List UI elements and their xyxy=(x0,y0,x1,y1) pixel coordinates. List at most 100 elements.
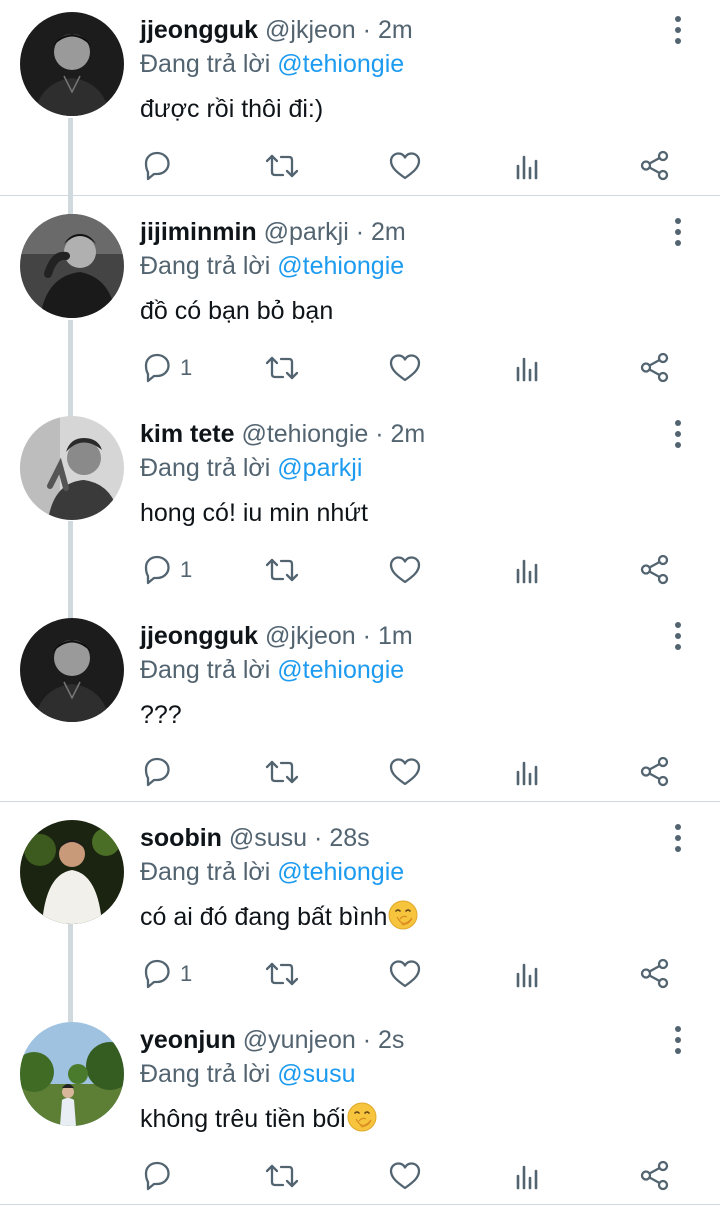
reply-button[interactable] xyxy=(140,752,180,792)
tweet[interactable]: soobin @susu · 28s Đang trả lời @tehiong… xyxy=(0,808,720,1004)
like-button[interactable] xyxy=(388,348,422,388)
like-button[interactable] xyxy=(388,146,422,186)
reply-button[interactable]: 1 xyxy=(140,348,192,388)
separator-dot: · xyxy=(362,1026,372,1054)
user-handle[interactable]: @jkjeon xyxy=(265,622,356,650)
more-options-icon[interactable] xyxy=(668,216,688,248)
share-button[interactable] xyxy=(638,550,670,590)
share-button[interactable] xyxy=(638,752,670,792)
share-button[interactable] xyxy=(638,146,670,186)
analytics-icon xyxy=(516,1165,538,1190)
display-name[interactable]: jijiminmin xyxy=(140,218,257,246)
mention-link[interactable]: @tehiongie xyxy=(277,858,404,886)
tweet[interactable]: kim tete @tehiongie · 2m Đang trả lời @p… xyxy=(0,404,720,600)
reply-button[interactable] xyxy=(140,1156,180,1196)
share-icon xyxy=(640,150,669,181)
tweet[interactable]: jijiminmin @parkji · 2m Đang trả lời @te… xyxy=(0,202,720,398)
retweet-button[interactable] xyxy=(264,752,300,792)
tweet-actions xyxy=(0,1156,720,1196)
reply-button[interactable]: 1 xyxy=(140,954,192,994)
like-button[interactable] xyxy=(388,550,422,590)
analytics-icon xyxy=(516,155,538,180)
tweet-text: được rồi thôi đi:) xyxy=(140,92,323,126)
analytics-button[interactable] xyxy=(513,348,543,388)
reply-icon xyxy=(144,151,170,181)
avatar-white-shirt[interactable] xyxy=(20,820,124,924)
avatar-bw-man[interactable] xyxy=(20,12,124,116)
timestamp[interactable]: 1m xyxy=(378,622,413,650)
display-name[interactable]: kim tete xyxy=(140,420,234,448)
share-icon xyxy=(640,352,669,383)
more-options-icon[interactable] xyxy=(668,418,688,450)
reply-button[interactable]: 1 xyxy=(140,550,192,590)
like-button[interactable] xyxy=(388,1156,422,1196)
more-options-icon[interactable] xyxy=(668,1024,688,1056)
user-handle[interactable]: @tehiongie xyxy=(241,420,368,448)
retweet-button[interactable] xyxy=(264,146,300,186)
user-handle[interactable]: @jkjeon xyxy=(265,16,356,44)
share-button[interactable] xyxy=(638,954,670,994)
avatar-bw-man-2[interactable] xyxy=(20,214,124,318)
tweet-text: không trêu tiền bối xyxy=(140,1102,377,1141)
separator-dot: · xyxy=(314,824,323,852)
reply-button[interactable] xyxy=(140,146,180,186)
more-options-icon[interactable] xyxy=(668,14,688,46)
like-button[interactable] xyxy=(388,752,422,792)
display-name[interactable]: soobin xyxy=(140,824,222,852)
display-name[interactable]: jjeongguk xyxy=(140,622,258,650)
mention-link[interactable]: @tehiongie xyxy=(277,656,404,684)
avatar-bw-man[interactable] xyxy=(20,618,124,722)
avatar-bw-man-3[interactable] xyxy=(20,416,124,520)
share-button[interactable] xyxy=(638,1156,670,1196)
tweet[interactable]: jjeongguk @jkjeon · 1m Đang trả lời @teh… xyxy=(0,606,720,802)
analytics-button[interactable] xyxy=(513,146,543,186)
analytics-button[interactable] xyxy=(513,752,543,792)
mention-link[interactable]: @tehiongie xyxy=(277,50,404,78)
analytics-button[interactable] xyxy=(513,1156,543,1196)
tweet-actions: 1 xyxy=(0,550,720,590)
tweet-text: có ai đó đang bất bình xyxy=(140,900,419,939)
tweet-text-content: không trêu tiền bối xyxy=(140,1105,346,1133)
replying-to: Đang trả lời @tehiongie xyxy=(140,654,404,686)
like-button[interactable] xyxy=(388,954,422,994)
tweet[interactable]: jjeongguk @jkjeon · 2m Đang trả lời @teh… xyxy=(0,0,720,196)
reply-icon xyxy=(144,353,170,383)
separator-dot: · xyxy=(362,16,371,44)
analytics-button[interactable] xyxy=(513,954,543,994)
timestamp[interactable]: 2m xyxy=(378,16,413,44)
share-button[interactable] xyxy=(638,348,670,388)
more-options-icon[interactable] xyxy=(668,620,688,652)
replying-to-label: Đang trả lời xyxy=(140,656,271,684)
reply-icon xyxy=(144,1161,170,1191)
retweet-button[interactable] xyxy=(264,1156,300,1196)
analytics-icon xyxy=(516,761,538,786)
more-options-icon[interactable] xyxy=(668,822,688,854)
heart-icon xyxy=(389,1162,421,1190)
retweet-button[interactable] xyxy=(264,348,300,388)
display-name[interactable]: jjeongguk xyxy=(140,16,258,44)
share-icon xyxy=(640,958,669,989)
timestamp[interactable]: 2m xyxy=(371,218,406,246)
tweet-actions: 1 xyxy=(0,954,720,994)
avatar-park-photo[interactable] xyxy=(20,1022,124,1126)
user-handle[interactable]: @yunjeon xyxy=(243,1026,356,1054)
timestamp[interactable]: 2s xyxy=(378,1026,404,1054)
retweet-button[interactable] xyxy=(264,550,300,590)
mention-link[interactable]: @susu xyxy=(277,1060,355,1088)
mention-link[interactable]: @parkji xyxy=(277,454,362,482)
user-handle[interactable]: @susu xyxy=(229,824,307,852)
retweet-icon xyxy=(265,154,299,178)
mention-link[interactable]: @tehiongie xyxy=(277,252,404,280)
timestamp[interactable]: 28s xyxy=(329,824,369,852)
timestamp[interactable]: 2m xyxy=(391,420,426,448)
tweet[interactable]: yeonjun @yunjeon · 2s Đang trả lời @susu… xyxy=(0,1010,720,1206)
separator-dot: · xyxy=(355,218,365,246)
analytics-button[interactable] xyxy=(513,550,543,590)
retweet-button[interactable] xyxy=(264,954,300,994)
display-name[interactable]: yeonjun xyxy=(140,1026,236,1054)
user-handle[interactable]: @parkji xyxy=(264,218,349,246)
reply-icon xyxy=(144,555,170,585)
tweet-header: yeonjun @yunjeon · 2s xyxy=(140,1024,404,1056)
tweet-text: đồ có bạn bỏ bạn xyxy=(140,294,333,328)
heart-icon xyxy=(389,152,421,180)
